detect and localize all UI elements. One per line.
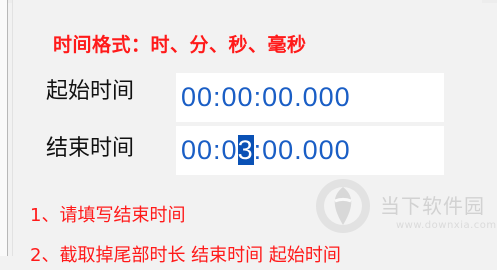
- end-time-selected-digit: 3: [237, 135, 254, 165]
- window-left-border: [0, 0, 8, 256]
- hint-trim-tail: 2、截取掉尾部时长 结束时间 起始时间: [30, 245, 341, 266]
- hint-fill-end-time: 1、请填写结束时间: [30, 205, 186, 226]
- start-time-label: 起始时间: [46, 79, 135, 104]
- end-time-label: 结束时间: [46, 136, 135, 161]
- start-time-input[interactable]: 00:00:00.000: [176, 73, 444, 122]
- start-time-value: 00:00:00.000: [181, 82, 351, 112]
- time-format-note: 时间格式：时、分、秒、毫秒: [53, 34, 307, 56]
- end-time-after-selection: :00.000: [253, 135, 351, 165]
- end-time-before-selection: 00:0: [181, 135, 238, 165]
- end-time-value: 00:03:00.000: [181, 134, 351, 166]
- end-time-input[interactable]: 00:03:00.000: [176, 126, 444, 175]
